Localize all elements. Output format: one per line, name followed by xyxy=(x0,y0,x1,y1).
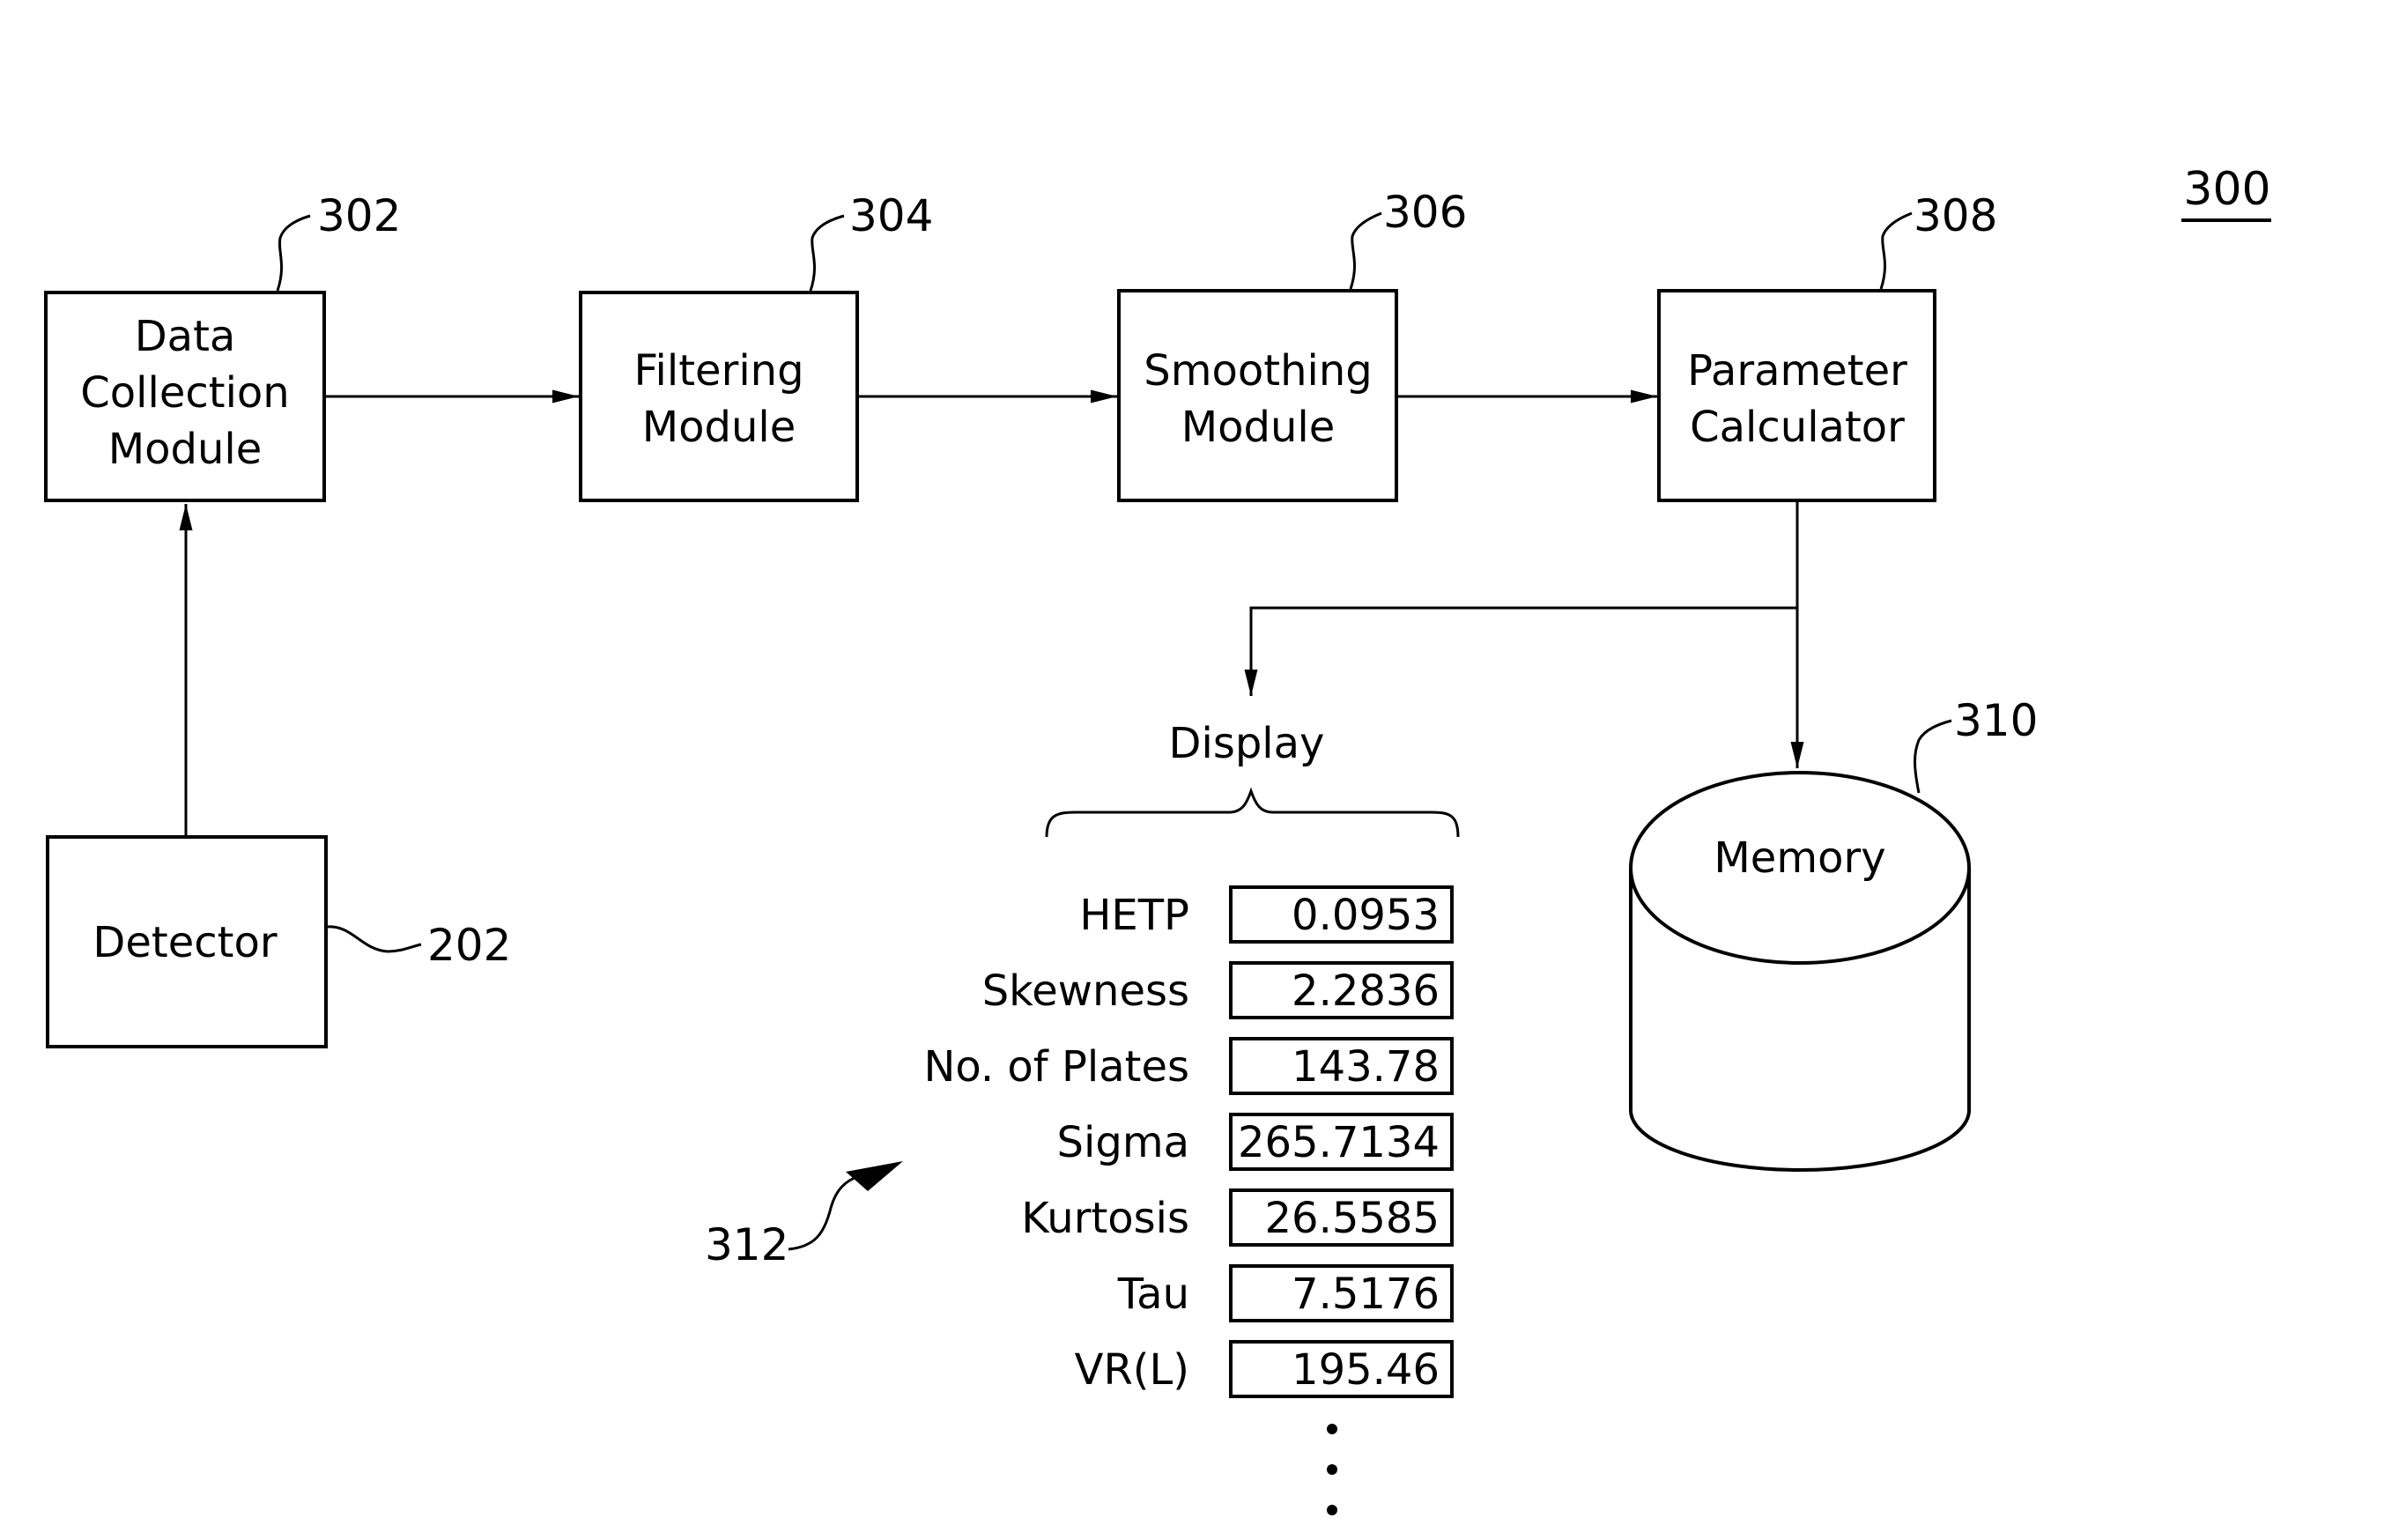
display-rows: HETP 0.0953 Skewness 2.2836 No. of Plates 143… xyxy=(923,885,1454,1398)
block-308-ref: 308 xyxy=(1914,190,1997,241)
block-308-box xyxy=(1657,289,1936,502)
block-302-ref: 302 xyxy=(317,190,401,241)
display-ref: 312 xyxy=(705,1219,788,1270)
parameter-value: 195.46 xyxy=(1292,1345,1440,1395)
arrow-308-to-display xyxy=(1244,606,1797,696)
continuation-dot xyxy=(1327,1464,1337,1475)
display-row: Skewness 2.2836 xyxy=(982,961,1454,1019)
detector-label: Detector xyxy=(93,918,277,967)
display-brace xyxy=(1045,787,1460,838)
parameter-name: Kurtosis xyxy=(1021,1194,1189,1243)
figure-number: 300 xyxy=(2183,163,2270,216)
block-detector: Detector 202 xyxy=(46,835,511,1048)
block-smoothing-module: Smoothing Module 306 xyxy=(1117,187,1467,502)
display-leader xyxy=(788,1174,860,1251)
block-304-line-1: Filtering xyxy=(633,346,803,396)
block-302-line-2: Collection xyxy=(80,368,289,418)
block-302-line-1: Data xyxy=(135,312,236,361)
block-306-leader xyxy=(1349,211,1382,290)
display-row: Sigma 265.7134 xyxy=(1057,1113,1454,1171)
display-row: Tau 7.5176 xyxy=(1117,1264,1454,1322)
parameter-name: Sigma xyxy=(1057,1118,1189,1167)
parameter-name: No. of Plates xyxy=(923,1042,1189,1092)
block-304-line-2: Module xyxy=(642,403,796,452)
parameter-name: Skewness xyxy=(982,966,1189,1016)
detector-ref: 202 xyxy=(427,920,511,971)
continuation-dot xyxy=(1327,1424,1337,1434)
block-302-leader xyxy=(276,214,311,292)
display-panel: Display HETP 0.0953 Skewness 2.2836 No. of P… xyxy=(705,719,1460,1515)
parameter-name: HETP xyxy=(1079,891,1189,940)
continuation-dot xyxy=(1327,1505,1337,1515)
block-302-line-3: Module xyxy=(108,425,263,474)
memory-label: Memory xyxy=(1714,833,1885,883)
block-filtering-module: Filtering Module 304 xyxy=(579,190,933,502)
parameter-value: 0.0953 xyxy=(1292,891,1440,940)
parameter-value: 143.78 xyxy=(1292,1042,1440,1092)
display-leader-arrowhead xyxy=(846,1161,903,1191)
display-row: No. of Plates 143.78 xyxy=(923,1037,1454,1095)
memory-body xyxy=(1629,868,1971,1172)
parameter-value: 7.5176 xyxy=(1292,1270,1440,1319)
block-304-leader xyxy=(809,214,845,292)
parameter-name: Tau xyxy=(1117,1270,1189,1319)
block-306-line-2: Module xyxy=(1181,403,1336,452)
block-308-line-2: Calculator xyxy=(1690,403,1905,452)
memory-cylinder: Memory 310 xyxy=(1629,695,2038,1172)
memory-ref: 310 xyxy=(1954,695,2038,746)
display-label: Display xyxy=(1169,719,1325,768)
block-parameter-calculator: Parameter Calculator 308 xyxy=(1657,190,1997,502)
detector-leader xyxy=(327,925,422,953)
block-308-line-1: Parameter xyxy=(1687,346,1907,396)
block-data-collection-module: Data Collection Module 302 xyxy=(44,190,401,502)
parameter-value: 26.5585 xyxy=(1265,1194,1440,1243)
block-306-ref: 306 xyxy=(1383,187,1467,238)
display-row: VR(L) 195.46 xyxy=(1075,1340,1454,1398)
memory-leader xyxy=(1914,719,1952,794)
parameter-value: 265.7134 xyxy=(1238,1118,1440,1167)
parameter-value: 2.2836 xyxy=(1292,966,1440,1016)
block-306-line-1: Smoothing xyxy=(1144,346,1372,396)
block-diagram: 300 Data Collection Module 302 Filtering… xyxy=(44,163,2271,1515)
block-304-ref: 304 xyxy=(849,190,933,241)
block-308-leader xyxy=(1879,211,1913,290)
display-row: HETP 0.0953 xyxy=(1079,885,1454,944)
block-306-box xyxy=(1117,289,1398,502)
parameter-name: VR(L) xyxy=(1075,1345,1189,1395)
display-row: Kurtosis 26.5585 xyxy=(1021,1188,1454,1247)
block-304-box xyxy=(579,291,859,502)
